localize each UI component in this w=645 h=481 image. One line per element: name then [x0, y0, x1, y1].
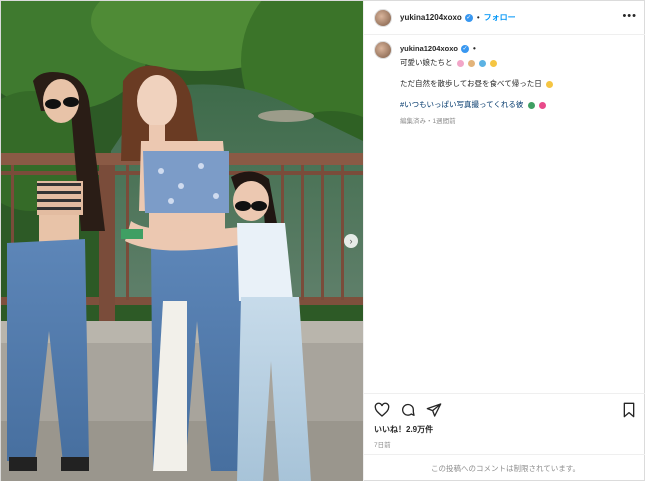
- actions-bar: いいね！2.9万件 7日前: [364, 393, 645, 449]
- hashtag-line: #いつもいっぱい写真撮ってくれる彼: [400, 99, 553, 110]
- caption-line-2: ただ自然を散歩してお昼を食べて帰った日: [400, 78, 553, 89]
- instagram-post: › yukina1204xoxo ✓ • フォロー ••• yukina1204…: [0, 0, 645, 481]
- smile-icon: [489, 59, 497, 67]
- verified-badge-icon: ✓: [460, 44, 469, 53]
- next-photo-button[interactable]: ›: [344, 234, 358, 248]
- post-header: yukina1204xoxo ✓ • フォロー •••: [364, 1, 645, 35]
- sparkles-icon: [545, 80, 553, 88]
- comments-disabled-notice: この投稿へのコメントは制限されています。: [364, 454, 645, 481]
- action-icons: [374, 400, 637, 420]
- verified-badge-icon: ✓: [464, 13, 473, 22]
- caption-body: yukina1204xoxo ✓ • 可愛い娘たちと ただ自然を散歩してお昼を食…: [400, 41, 553, 125]
- hashtag-link[interactable]: #いつもいっぱい写真撮ってくれる彼: [400, 100, 523, 109]
- caption-text-2: ただ自然を散歩してお昼を食べて帰った日: [400, 79, 542, 88]
- caption-avatar[interactable]: [374, 41, 392, 59]
- avatar[interactable]: [374, 8, 392, 27]
- caption-line-1: 可愛い娘たちと: [400, 57, 553, 68]
- bookmark-icon[interactable]: [621, 402, 637, 418]
- post-time[interactable]: 7日前: [374, 439, 637, 449]
- caption-username: yukina1204xoxo ✓ •: [400, 44, 553, 53]
- separator-dot: •: [476, 13, 480, 22]
- more-options-icon[interactable]: •••: [622, 10, 637, 22]
- heart-icon[interactable]: [374, 402, 390, 418]
- caption-separator: •: [472, 44, 476, 53]
- comment-icon[interactable]: [400, 402, 416, 418]
- two-hearts-icon: [538, 101, 546, 109]
- username-link[interactable]: yukina1204xoxo: [400, 13, 462, 22]
- post-photo[interactable]: ›: [1, 1, 363, 481]
- sparkle-heart-icon: [456, 59, 464, 67]
- caption-row: yukina1204xoxo ✓ • 可愛い娘たちと ただ自然を散歩してお昼を食…: [374, 41, 639, 125]
- follow-button[interactable]: フォロー: [484, 12, 516, 23]
- caption-username-link[interactable]: yukina1204xoxo: [400, 44, 458, 53]
- likes-count[interactable]: いいね！2.9万件: [374, 424, 637, 435]
- globe-icon: [478, 59, 486, 67]
- share-icon[interactable]: [426, 402, 442, 418]
- flower-icon: [467, 59, 475, 67]
- caption-text-1: 可愛い娘たちと: [400, 58, 453, 67]
- caption: yukina1204xoxo ✓ • 可愛い娘たちと ただ自然を散歩してお昼を食…: [374, 41, 639, 125]
- photo-illustration: [1, 1, 363, 481]
- post-side-panel: yukina1204xoxo ✓ • フォロー ••• yukina1204xo…: [363, 1, 645, 481]
- chevron-right-icon: ›: [349, 235, 353, 246]
- dinosaur-icon: [527, 101, 535, 109]
- caption-meta: 編集済み・1週間前: [400, 118, 456, 125]
